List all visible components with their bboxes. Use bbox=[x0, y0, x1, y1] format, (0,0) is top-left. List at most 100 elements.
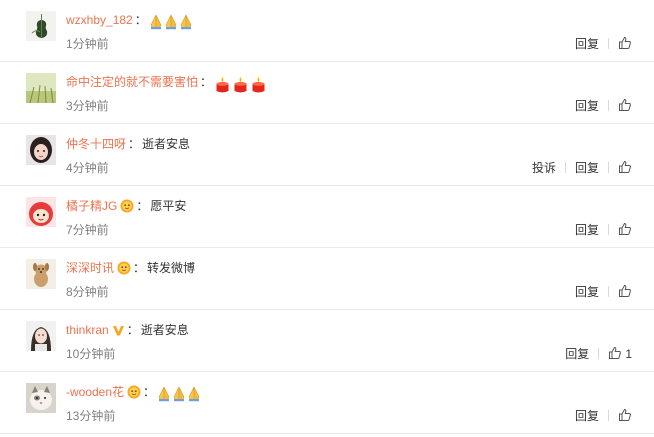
pray-emoji-icon bbox=[179, 14, 193, 35]
reply-button[interactable]: 回复 bbox=[575, 160, 599, 176]
like-button[interactable] bbox=[618, 408, 632, 424]
thumbs-up-icon bbox=[618, 284, 632, 299]
like-button[interactable] bbox=[618, 222, 632, 238]
name-colon: ： bbox=[143, 385, 156, 399]
comment-actions: 回复 bbox=[575, 36, 632, 52]
name-colon: ： bbox=[133, 261, 146, 275]
reply-button[interactable]: 回复 bbox=[575, 36, 599, 52]
pray-emoji-icon bbox=[187, 386, 201, 407]
thumbs-up-icon bbox=[618, 98, 632, 113]
name-colon: ： bbox=[126, 323, 139, 337]
comment-time: 10分钟前 bbox=[66, 347, 116, 361]
like-button[interactable] bbox=[618, 284, 632, 300]
comment-time: 4分钟前 bbox=[66, 161, 109, 175]
reply-button[interactable]: 回复 bbox=[575, 222, 599, 238]
action-divider bbox=[608, 162, 609, 173]
reply-button[interactable]: 回复 bbox=[575, 98, 599, 114]
comment-line: -wooden花 ： bbox=[66, 383, 202, 404]
comment-time: 13分钟前 bbox=[66, 409, 116, 423]
comment-list: wzxhby_182： 1分钟前 回复 命中注定的就不需要害怕： 3分钟前 回复 仲冬十四呀… bbox=[0, 0, 654, 437]
emoji-group bbox=[157, 386, 202, 407]
user-avatar[interactable] bbox=[26, 321, 56, 351]
candle-emoji-icon bbox=[214, 76, 231, 99]
commenter-name-link[interactable]: 仲冬十四呀 bbox=[66, 137, 126, 151]
action-divider bbox=[564, 162, 566, 173]
user-avatar[interactable] bbox=[26, 135, 56, 165]
reply-button[interactable]: 回复 bbox=[575, 284, 599, 300]
like-button[interactable] bbox=[618, 160, 632, 176]
comment-text: 转发微博 bbox=[147, 261, 196, 275]
commenter-name-link[interactable]: 橘子精JG bbox=[66, 199, 117, 213]
user-avatar[interactable] bbox=[26, 383, 56, 413]
comment-actions: 回复 1 bbox=[565, 346, 632, 362]
verified-v-badge-icon[interactable] bbox=[112, 324, 125, 342]
comment-actions: 回复 bbox=[575, 408, 632, 424]
reply-button[interactable]: 回复 bbox=[575, 408, 599, 424]
comment-actions: 回复 bbox=[575, 98, 632, 114]
action-divider bbox=[608, 286, 609, 297]
name-colon: ： bbox=[128, 137, 141, 151]
comment-item: 橘子精JG ：愿平安 7分钟前 回复 bbox=[0, 186, 654, 248]
report-button[interactable]: 投诉 bbox=[532, 160, 556, 176]
like-button[interactable]: 1 bbox=[608, 346, 632, 362]
pray-emoji-icon bbox=[149, 14, 163, 35]
comment-line: 仲冬十四呀：逝者安息 bbox=[66, 135, 190, 153]
comment-line: thinkran ：逝者安息 bbox=[66, 321, 189, 339]
comment-line: 橘子精JG ：愿平安 bbox=[66, 197, 186, 215]
pray-emoji-icon bbox=[172, 386, 186, 407]
action-divider bbox=[598, 348, 600, 359]
emoji-group bbox=[149, 14, 194, 35]
action-divider bbox=[608, 224, 609, 235]
vip-badge-icon[interactable] bbox=[127, 385, 141, 404]
name-colon: ： bbox=[134, 13, 147, 27]
comment-actions: 回复 bbox=[575, 222, 632, 238]
thumbs-up-icon bbox=[618, 160, 632, 175]
comment-item: 命中注定的就不需要害怕： 3分钟前 回复 bbox=[0, 62, 654, 124]
thumbs-up-icon bbox=[618, 36, 632, 51]
user-avatar[interactable] bbox=[26, 259, 56, 289]
comment-text: 逝者安息 bbox=[142, 137, 191, 151]
user-avatar[interactable] bbox=[26, 73, 56, 103]
comment-time: 7分钟前 bbox=[66, 223, 109, 237]
thumbs-up-icon bbox=[618, 222, 632, 237]
comment-item: 深深时讯 ：转发微博 8分钟前 回复 bbox=[0, 248, 654, 310]
commenter-name-link[interactable]: -wooden花 bbox=[66, 385, 124, 399]
reply-button[interactable]: 回复 bbox=[565, 346, 589, 362]
comment-time: 1分钟前 bbox=[66, 37, 109, 51]
commenter-name-link[interactable]: 深深时讯 bbox=[66, 261, 114, 275]
comment-line: 深深时讯 ：转发微博 bbox=[66, 259, 195, 277]
comment-actions: 投诉 回复 bbox=[532, 160, 632, 176]
comment-actions: 回复 bbox=[575, 284, 632, 300]
vip-badge-icon[interactable] bbox=[117, 261, 131, 280]
comment-item: thinkran ：逝者安息 10分钟前 回复 1 bbox=[0, 310, 654, 372]
name-colon: ： bbox=[136, 199, 149, 213]
comment-line: wzxhby_182： bbox=[66, 11, 194, 30]
commenter-name-link[interactable]: 命中注定的就不需要害怕 bbox=[66, 75, 198, 89]
emoji-group bbox=[214, 76, 268, 99]
thumbs-up-icon bbox=[608, 346, 622, 361]
action-divider bbox=[608, 410, 609, 421]
comment-item: 仲冬十四呀：逝者安息 4分钟前 投诉 回复 bbox=[0, 124, 654, 186]
commenter-name-link[interactable]: wzxhby_182 bbox=[66, 13, 133, 27]
action-divider bbox=[608, 100, 609, 111]
like-count: 1 bbox=[625, 347, 632, 361]
commenter-name-link[interactable]: thinkran bbox=[66, 323, 109, 337]
pray-emoji-icon bbox=[157, 386, 171, 407]
comment-text: 愿平安 bbox=[150, 199, 187, 213]
user-avatar[interactable] bbox=[26, 197, 56, 227]
name-colon: ： bbox=[200, 75, 213, 89]
comment-text: 逝者安息 bbox=[140, 323, 189, 337]
comment-time: 8分钟前 bbox=[66, 285, 109, 299]
action-divider bbox=[608, 38, 609, 49]
comment-time: 3分钟前 bbox=[66, 99, 109, 113]
pray-emoji-icon bbox=[164, 14, 178, 35]
candle-emoji-icon bbox=[250, 76, 267, 99]
thumbs-up-icon bbox=[618, 408, 632, 423]
comment-item: -wooden花 ： 13分钟前 回复 bbox=[0, 372, 654, 434]
candle-emoji-icon bbox=[232, 76, 249, 99]
like-button[interactable] bbox=[618, 98, 632, 114]
comment-line: 命中注定的就不需要害怕： bbox=[66, 73, 268, 93]
user-avatar[interactable] bbox=[26, 11, 56, 41]
like-button[interactable] bbox=[618, 36, 632, 52]
vip-badge-icon[interactable] bbox=[120, 199, 134, 218]
